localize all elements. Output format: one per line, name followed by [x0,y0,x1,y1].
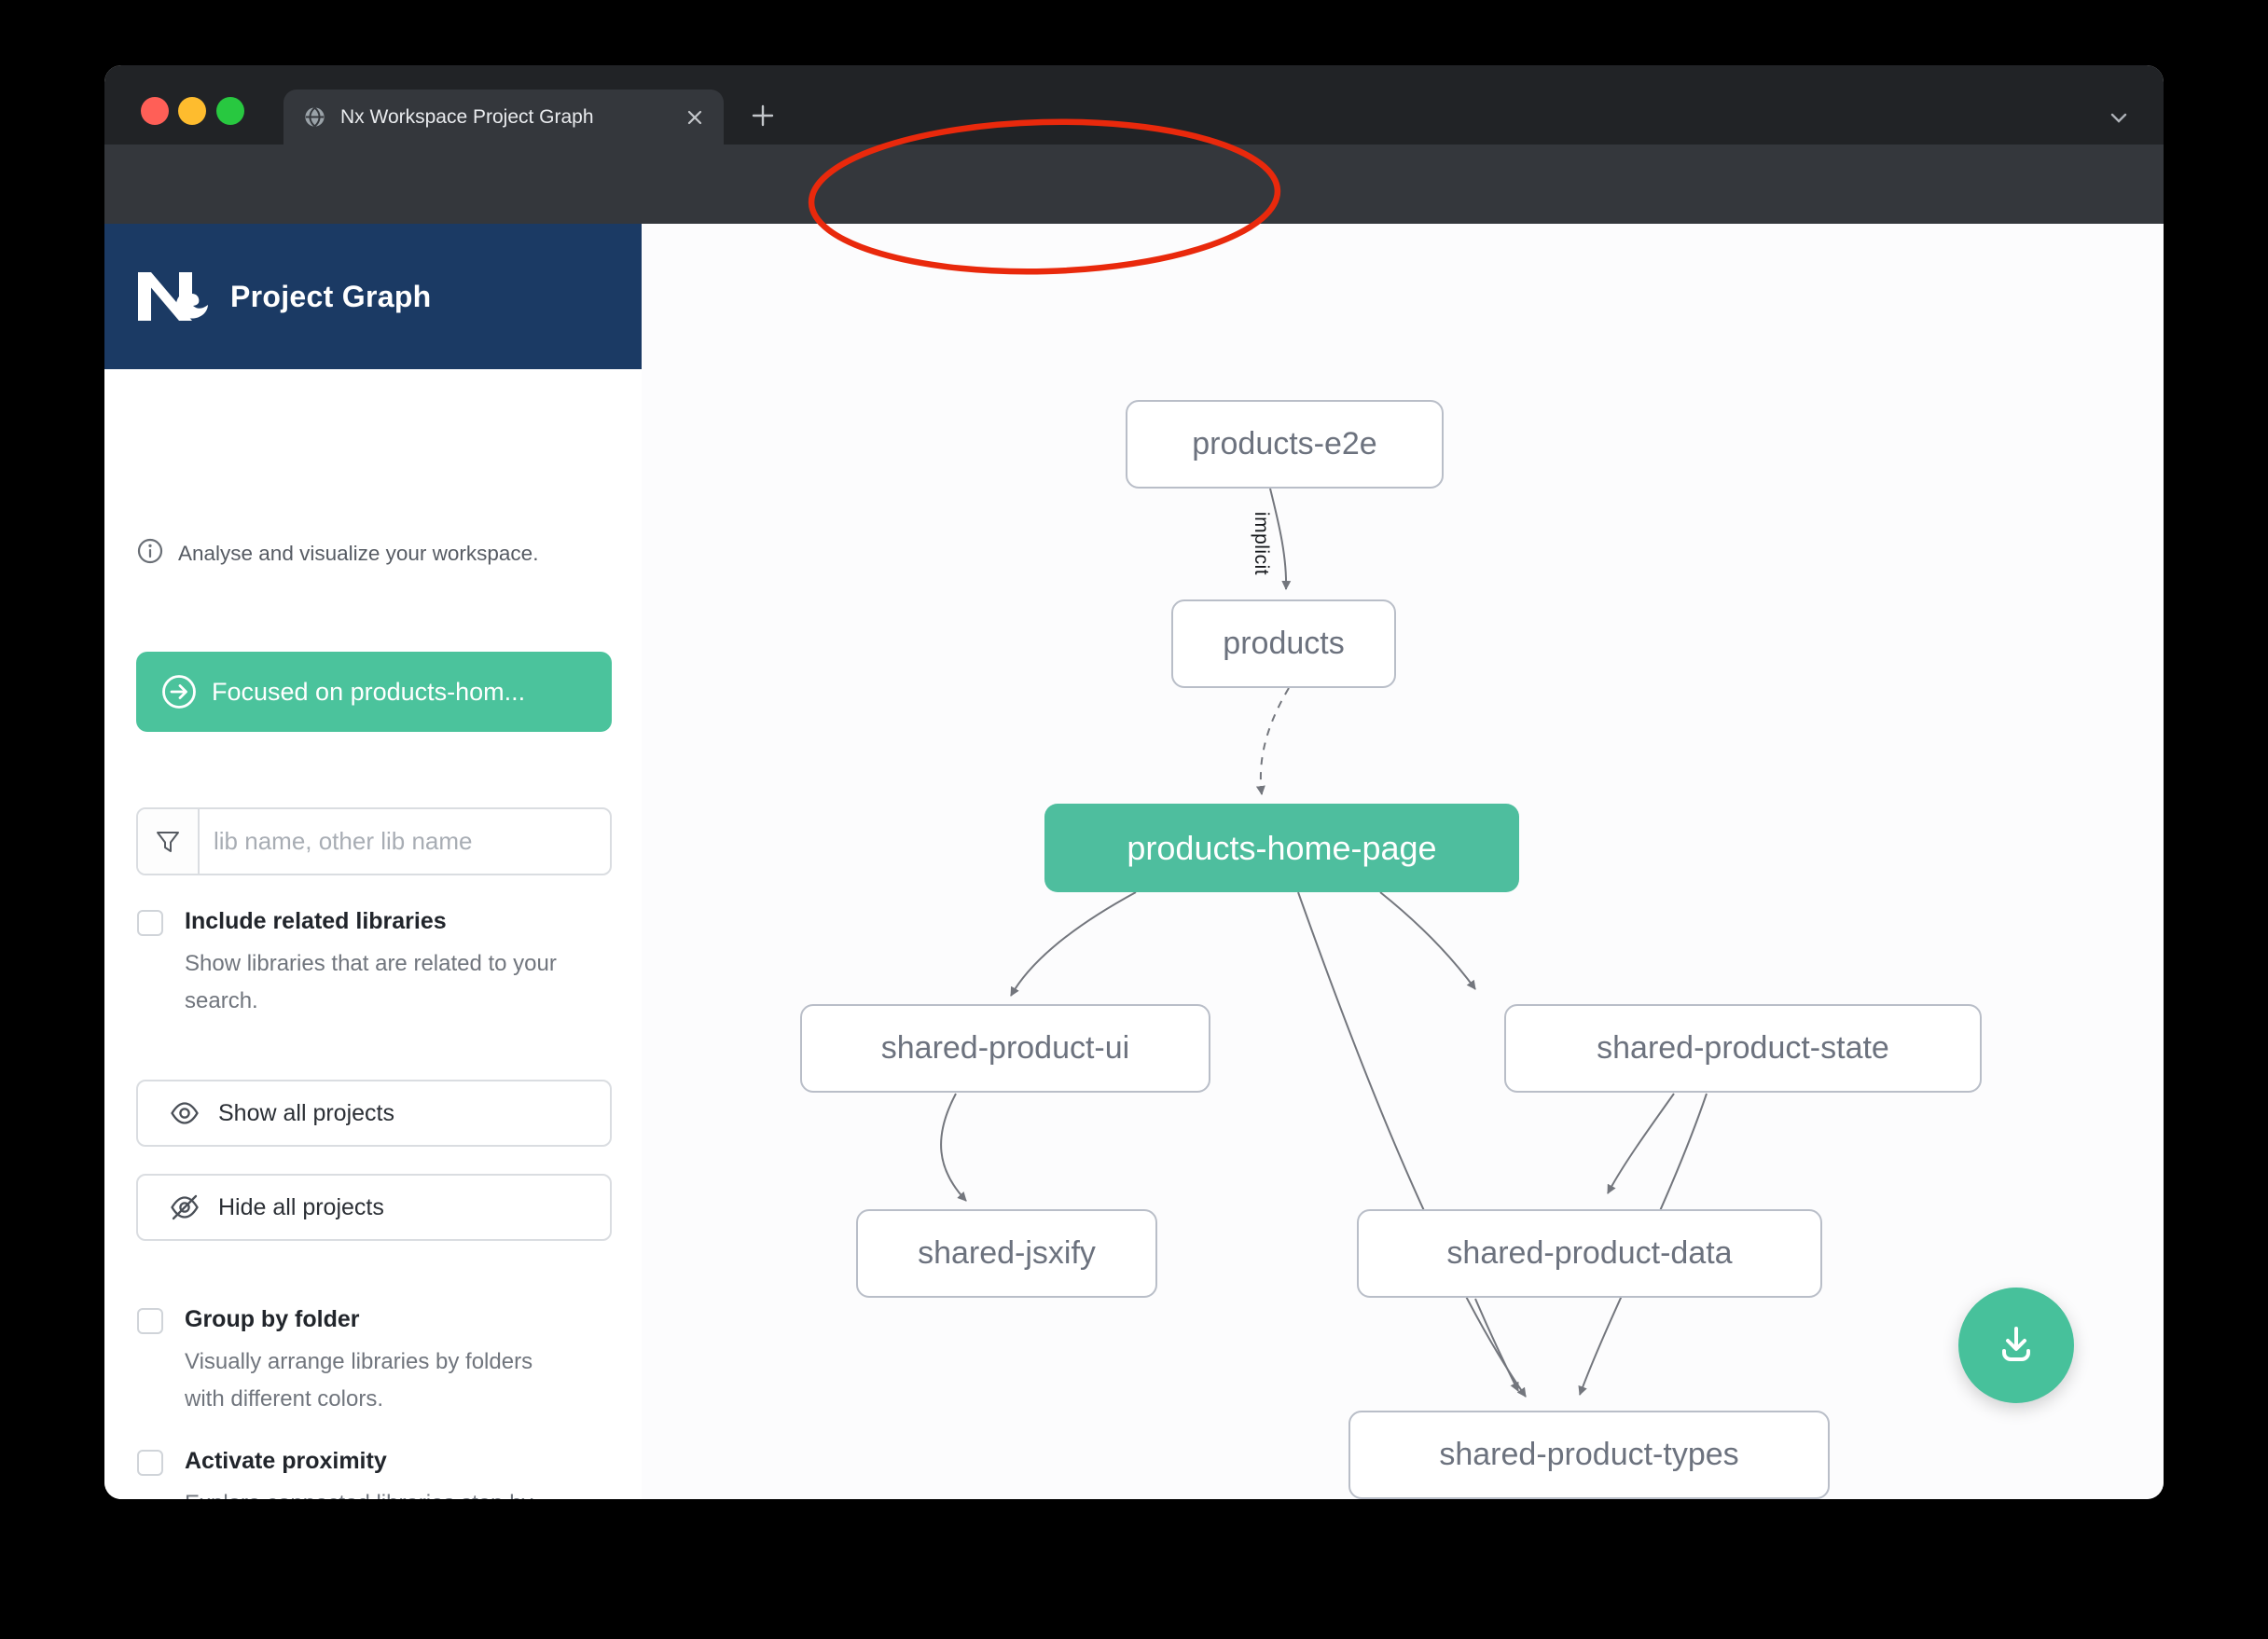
edge-products-home-page-to-shared-product-state [1380,892,1475,989]
tagline-text: Analyse and visualize your workspace. [178,542,538,566]
graph-node-shared-product-data[interactable]: shared-product-data [1357,1209,1822,1298]
filter-input[interactable] [200,809,610,874]
show-all-projects-label: Show all projects [218,1100,394,1127]
edge-shared-product-ui-to-shared-jsxify [941,1094,966,1201]
graph-node-shared-jsxify[interactable]: shared-jsxify [856,1209,1157,1298]
group-by-folder-checkbox[interactable] [137,1308,163,1334]
edge-shared-product-data-to-shared-product-types [1475,1299,1518,1391]
include-related-description: Show libraries that are related to your … [185,945,567,1020]
graph-node-products-e2e[interactable]: products-e2e [1126,400,1444,489]
include-related-label: Include related libraries [185,908,447,935]
browser-tab[interactable]: Nx Workspace Project Graph [284,90,724,145]
project-graph-canvas[interactable]: products-e2e products products-home-page sh… [642,224,2164,1499]
focused-on-label: Focused on products-hom... [212,678,525,707]
tab-strip: Nx Workspace Project Graph [104,65,2164,145]
graph-node-shared-product-ui[interactable]: shared-product-ui [800,1004,1210,1093]
edge-products-home-page-to-shared-product-ui [1011,892,1136,996]
close-window-button[interactable] [141,97,169,125]
eye-off-icon [170,1192,200,1222]
activate-proximity-checkbox[interactable] [137,1450,163,1476]
eye-icon [170,1098,200,1128]
download-image-button[interactable] [1958,1288,2074,1403]
graph-node-products[interactable]: products [1171,599,1396,688]
activate-proximity-description: Explore connected libraries step by step… [185,1485,567,1499]
globe-favicon-icon [302,104,327,130]
edge-shared-product-state-to-shared-product-data [1608,1094,1674,1193]
fullscreen-window-button[interactable] [216,97,244,125]
tab-title: Nx Workspace Project Graph [340,106,594,129]
group-by-folder-description: Visually arrange libraries by folders wi… [185,1343,567,1418]
group-by-folder-label: Group by folder [185,1306,360,1333]
focused-on-button[interactable]: Focused on products-hom... [136,652,612,732]
arrow-right-circle-icon [161,674,197,709]
edge-products-to-products-home-page [1261,688,1289,794]
graph-node-products-home-page[interactable]: products-home-page [1044,804,1519,892]
filter-box [136,807,612,875]
browser-window: Nx Workspace Project Graph [104,65,2164,1499]
nx-logo [135,269,208,324]
activate-proximity-label: Activate proximity [185,1448,387,1475]
edge-implicit-label: implicit [1249,508,1273,579]
graph-node-shared-product-types[interactable]: shared-product-types [1348,1411,1830,1499]
filter-funnel-icon [138,809,200,874]
graph-node-shared-product-state[interactable]: shared-product-state [1504,1004,1982,1093]
tab-search-chevron-icon[interactable] [2106,104,2132,131]
sidebar-header: Project Graph [104,224,642,369]
minimize-window-button[interactable] [178,97,206,125]
screenshot-root: Nx Workspace Project Graph [0,0,2268,1639]
show-all-projects-button[interactable]: Show all projects [136,1080,612,1147]
download-icon [1992,1320,2040,1371]
edge-products-home-page-to-shared-product-types [1298,892,1526,1397]
include-related-checkbox[interactable] [137,910,163,936]
info-icon [137,538,163,569]
tagline-row: Analyse and visualize your workspace. [137,538,538,569]
tab-close-icon[interactable] [685,107,705,128]
new-tab-button[interactable] [746,99,780,132]
browser-toolbar: nrwl-nx-examples-dep-graph.netlify.app/?… [104,145,2164,224]
hide-all-projects-button[interactable]: Hide all projects [136,1174,612,1241]
app-title: Project Graph [230,280,432,314]
hide-all-projects-label: Hide all projects [218,1194,384,1221]
sidebar: Project Graph Analyse and visualize your… [104,224,643,1499]
